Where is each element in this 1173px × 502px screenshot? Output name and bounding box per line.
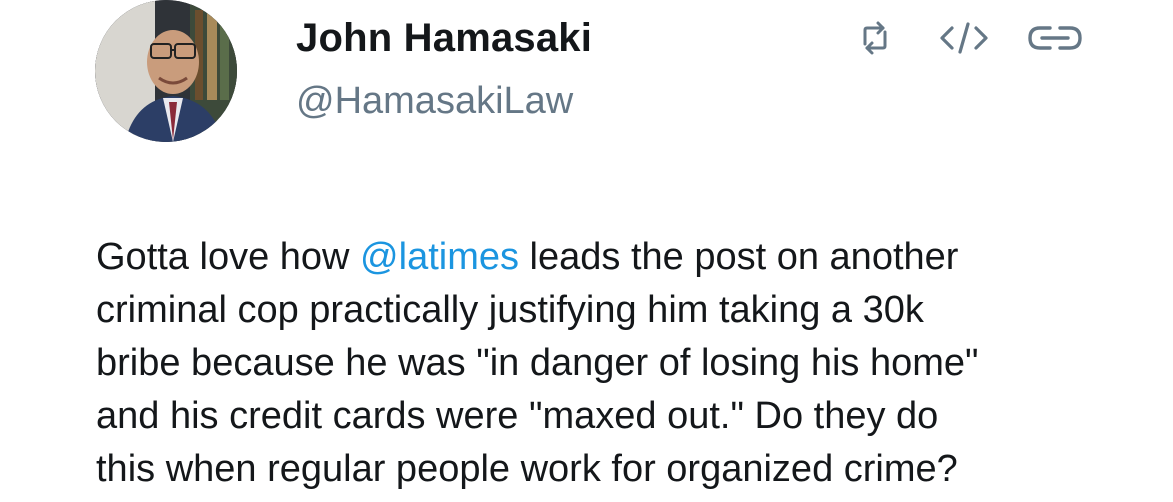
avatar[interactable] — [95, 0, 237, 142]
link-icon — [1028, 26, 1082, 50]
display-name[interactable]: John Hamasaki — [296, 16, 592, 61]
retweet-button[interactable] — [850, 14, 900, 62]
tweet-text: Gotta love how @latimes leads the post o… — [96, 231, 1106, 496]
tweet-text-segment: leads the post on another — [519, 236, 959, 278]
embed-button[interactable] — [936, 14, 992, 62]
retweet-icon — [863, 21, 887, 55]
tweet-text-segment: Gotta love how — [96, 236, 361, 278]
copy-link-button[interactable] — [1022, 14, 1088, 62]
tweet-line: Gotta love how @latimes leads the post o… — [96, 231, 1106, 284]
mention-link[interactable]: @latimes — [360, 236, 519, 278]
tweet-actions — [850, 14, 1090, 62]
tweet-line: and his credit cards were "maxed out." D… — [96, 395, 939, 437]
code-embed-icon — [940, 22, 988, 54]
tweet-line: criminal cop practically justifying him … — [96, 289, 924, 331]
avatar-photo — [95, 0, 237, 142]
tweet-line: this when regular people work for organi… — [96, 448, 958, 490]
tweet-line: bribe because he was "in danger of losin… — [96, 342, 979, 384]
user-handle[interactable]: @HamasakiLaw — [296, 80, 573, 123]
